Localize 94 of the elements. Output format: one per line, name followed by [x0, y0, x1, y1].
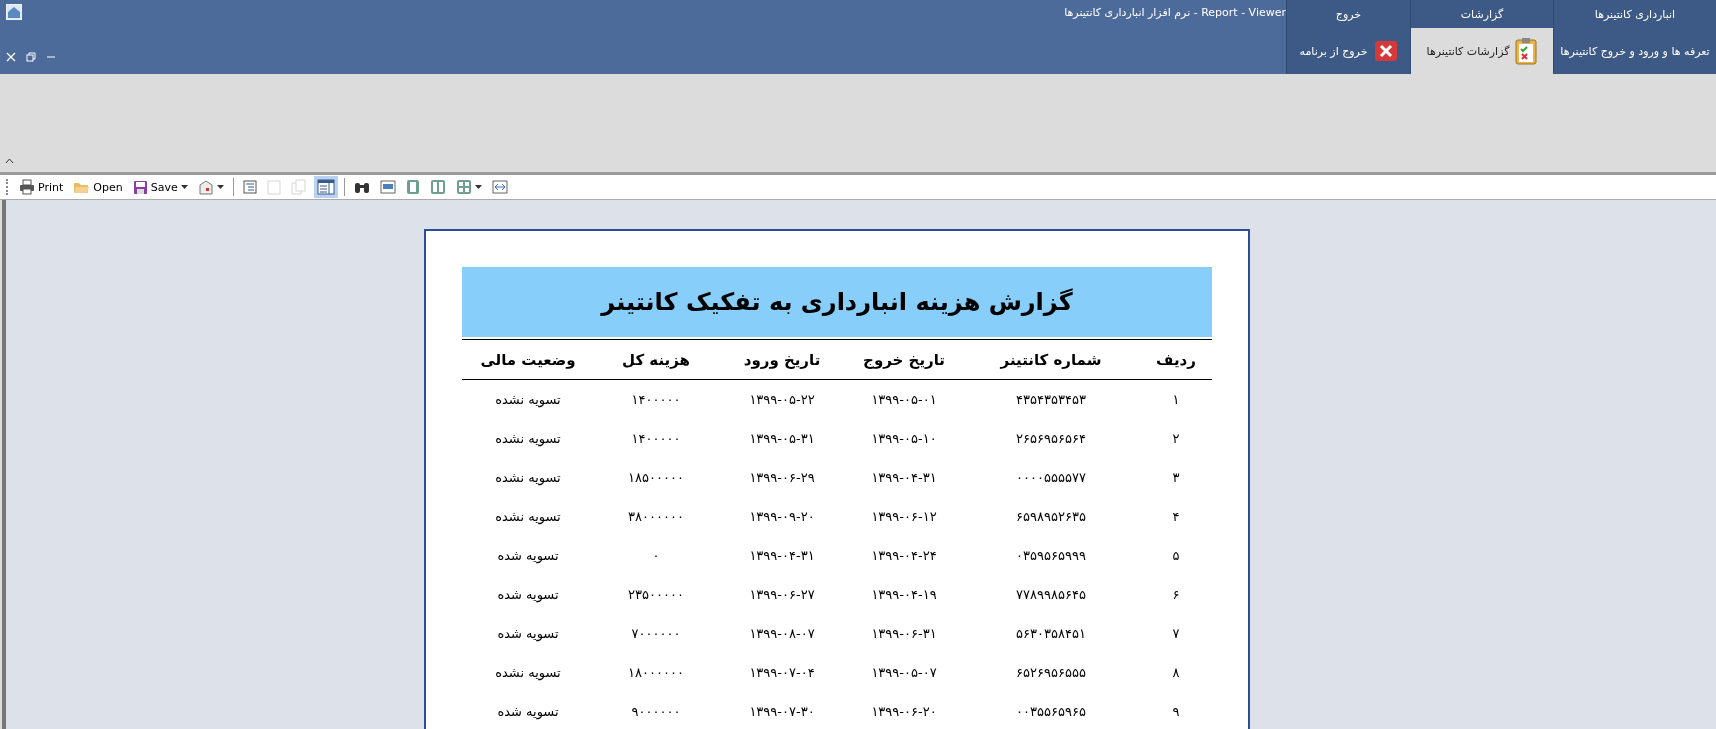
printer-icon: [19, 179, 35, 195]
table-cell-text: ۷: [1171, 626, 1181, 641]
table-cell-text: ۰۰۰۰۵۵۵۵۷۷: [1015, 470, 1087, 485]
table-cell-text: ۱۳۹۹-۰۴-۱۹: [870, 587, 938, 602]
save-button[interactable]: Save: [129, 176, 191, 198]
table-cell-text: ۲۳۵۰۰۰۰۰: [627, 587, 685, 602]
table-cell-text: ۱۴۰۰۰۰۰: [630, 431, 682, 446]
table-cell-text: ۱۳۹۹-۰۹-۲۰: [748, 509, 816, 524]
open-button[interactable]: Open: [70, 176, 126, 198]
table-cell-text: ۱۸۵۰۰۰۰۰: [627, 470, 685, 485]
column-header: تاریخ خروج: [862, 350, 946, 369]
caret-icon[interactable]: [216, 185, 224, 189]
button-label: تعرفه ها و ورود و خروج کانتینرها: [1560, 44, 1710, 58]
ribbon-button[interactable]: گزارشات کانتینرها: [1410, 28, 1553, 74]
report-title: گزارش هزینه انبارداری به تفکیک کانتینر: [462, 267, 1212, 337]
table-cell-text: ۱۳۹۹-۰۷-۳۰: [748, 704, 816, 719]
binoculars-icon: [353, 180, 370, 194]
table-cell-text: ۳۸۰۰۰۰۰۰: [627, 509, 685, 524]
table-cell-text: ۱۳۹۹-۰۵-۳۱: [748, 431, 816, 446]
table-cell-text: ۱۳۹۹-۰۴-۳۱: [870, 470, 938, 485]
table-cell-text: ۱۳۹۹-۰۶-۲۰: [870, 704, 938, 719]
table-cell-text: ۵: [1171, 548, 1181, 563]
table-cell-text: ۱: [1171, 392, 1181, 407]
table-cell-text: ۰۳۵۹۵۶۵۹۹۹: [1015, 548, 1087, 563]
print-button[interactable]: Print: [16, 176, 67, 198]
table-cell-text: ۹: [1171, 704, 1181, 719]
table-cell-text: ۱۸۰۰۰۰۰۰: [627, 665, 685, 680]
layout-icon: [316, 179, 335, 195]
table-cell-text: ۲۶۵۶۹۵۶۵۶۴: [1015, 431, 1087, 446]
close-icon[interactable]: [6, 52, 16, 62]
table-cell-text: ۱۳۹۹-۰۶-۱۲: [870, 509, 938, 524]
button-label: خروج از برنامه: [1299, 44, 1368, 58]
table-cell-text: ۵۶۳۰۳۵۸۴۵۱: [1015, 626, 1087, 641]
fit-width-icon: [491, 180, 508, 194]
ribbon-button[interactable]: خروج از برنامه: [1286, 28, 1410, 74]
column-header: وضعیت مالی: [479, 350, 577, 369]
ribbon-button[interactable]: تعرفه ها و ورود و خروج کانتینرها: [1553, 28, 1716, 74]
table-cell-text: تسویه شده: [496, 548, 560, 563]
table-cell-text: ۱۳۹۹-۰۵-۲۲: [748, 392, 816, 407]
window-title: نرم افزار انبارداری کانتینرها - Report - Viewer: [1064, 6, 1286, 19]
close-icon: [1373, 40, 1398, 62]
table-cell-text: ۰۰۳۵۵۶۵۹۶۵: [1015, 704, 1087, 719]
collapse-icon[interactable]: [5, 158, 14, 164]
table-cell-text: ۱۳۹۹-۰۴-۲۴: [870, 548, 938, 563]
table-cell-text: ۱۳۹۹-۰۵-۰۱: [870, 392, 938, 407]
table-cell-text: ۴۳۵۴۳۵۳۴۵۳: [1015, 392, 1087, 407]
table-cell-text: ۰: [651, 548, 661, 563]
restore-icon[interactable]: [26, 52, 36, 62]
column-header: تاریخ ورود: [742, 350, 822, 369]
list-icon: [242, 180, 257, 194]
table-cell-text: تسویه شده: [496, 626, 560, 641]
table-cell-text: ۱۳۹۹-۰۵-۱۰: [870, 431, 938, 446]
table-cell-text: تسویه شده: [496, 704, 560, 719]
table-cell-text: تسویه نشده: [494, 470, 562, 485]
table-cell-text: ۱۳۹۹-۰۸-۰۷: [748, 626, 816, 641]
table-cell-text: ۷۷۸۹۹۸۵۶۴۵: [1015, 587, 1087, 602]
caret-icon[interactable]: [474, 185, 482, 189]
ribbon-tab[interactable]: انبارداری کانتینرها: [1553, 0, 1716, 28]
two-pages-icon: [429, 179, 446, 195]
table-cell-text: تسویه شده: [496, 587, 560, 602]
table-cell-text: ۱۳۹۹-۰۴-۳۱: [748, 548, 816, 563]
table-cell-text: ۸: [1171, 665, 1181, 680]
table-cell-text: ۱۳۹۹-۰۶-۲۷: [748, 587, 816, 602]
table-cell-text: تسویه نشده: [494, 431, 562, 446]
column-header: شماره کانتینر: [999, 350, 1103, 369]
table-cell-text: ۷۰۰۰۰۰۰: [630, 626, 682, 641]
table-cell-text: ۱۳۹۹-۰۷-۰۴: [748, 665, 816, 680]
table-cell-text: ۹۰۰۰۰۰۰: [630, 704, 682, 719]
ribbon-tab[interactable]: خروج: [1286, 0, 1410, 28]
caret-icon[interactable]: [180, 185, 188, 189]
table-cell-text: ۳: [1171, 470, 1181, 485]
table-cell-text: ۱۳۹۹-۰۶-۳۱: [870, 626, 938, 641]
column-header: ردیف: [1155, 350, 1197, 369]
page-icon: [405, 179, 420, 195]
table-cell-text: ۶۵۹۸۹۵۲۶۳۵: [1015, 509, 1087, 524]
table-cell-text: ۴: [1171, 509, 1181, 524]
toolbar-button[interactable]: [313, 176, 338, 198]
table-cell-text: ۱۳۹۹-۰۶-۲۹: [748, 470, 816, 485]
page-icon: [379, 180, 396, 194]
table-cell-text: تسویه نشده: [494, 392, 562, 407]
grid-pages-icon: [455, 179, 472, 195]
table-cell-text: ۱۴۰۰۰۰۰: [630, 392, 682, 407]
table-cell-text: تسویه نشده: [494, 665, 562, 680]
table-cell-text: ۶: [1171, 587, 1181, 602]
copy-icon: [290, 179, 307, 195]
table-cell-text: ۲: [1171, 431, 1181, 446]
ribbon-tab[interactable]: گزارشات: [1410, 0, 1553, 28]
clipboard-check-icon: [1515, 37, 1538, 65]
column-header: هزینه کل: [621, 350, 691, 369]
table-cell-text: ۶۵۲۶۹۵۶۵۵۵: [1015, 665, 1087, 680]
app-icon: [6, 4, 22, 20]
button-label: گزارشات کانتینرها: [1426, 44, 1510, 58]
table-cell-text: تسویه نشده: [494, 509, 562, 524]
table-cell-text: ۱۳۹۹-۰۵-۰۷: [870, 665, 938, 680]
